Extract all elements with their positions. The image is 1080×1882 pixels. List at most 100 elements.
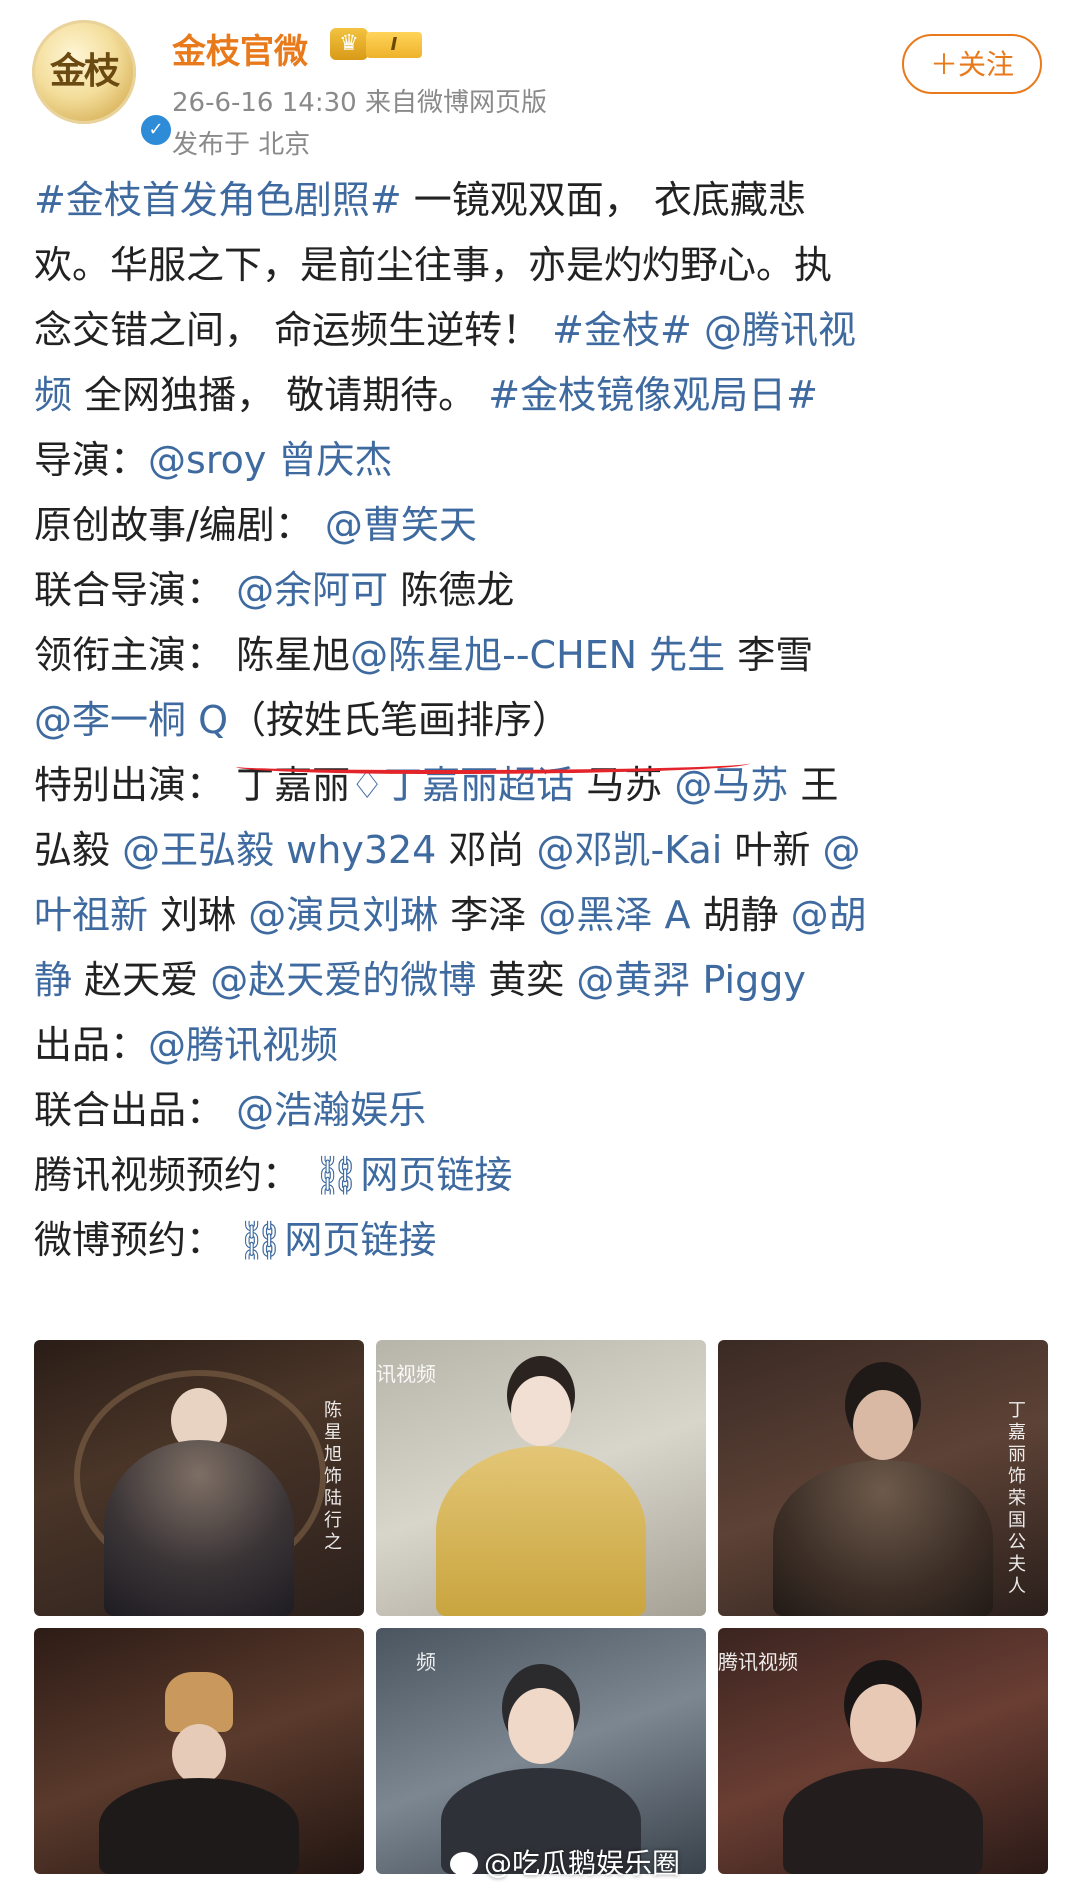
credit-label: 联合导演： [34, 568, 225, 612]
mention-link[interactable]: @赵天爱的微博 [210, 958, 476, 1002]
mention-link[interactable]: @演员刘琳 [248, 893, 438, 937]
credit-note: （按姓氏笔画排序） [228, 698, 571, 742]
tencent-reserve: 腾讯视频预约： ⛓网页链接 [34, 1143, 1044, 1208]
post-time: 26-6-16 14:30 [172, 88, 357, 118]
mention-link[interactable]: 静 [34, 958, 72, 1002]
post-line: 念交错之间， 命运频生逆转！ #金枝# @腾讯视 [34, 298, 1044, 363]
mention-link[interactable]: @黄羿 Piggy [576, 958, 805, 1002]
mention-link[interactable]: @马苏 [674, 763, 788, 807]
mention-link[interactable]: @余阿可 [236, 568, 388, 612]
web-link[interactable]: ⛓网页链接 [236, 1218, 436, 1262]
post-text: 刘琳 [148, 893, 249, 937]
credit-label: 出品： [34, 1023, 149, 1067]
mention-link[interactable]: @黑泽 A [538, 893, 690, 937]
post-line: 欢。华服之下，是前尘往事，亦是灼灼野心。执 [34, 243, 833, 287]
figure-head [853, 1390, 913, 1460]
username[interactable]: 金枝官微 [172, 24, 308, 73]
post-body: #金枝首发角色剧照# 一镜观双面， 衣底藏悲 欢。华服之下，是前尘往事，亦是灼灼… [34, 168, 1044, 1273]
watermark: 频 [416, 1650, 436, 1674]
mention-link[interactable]: @陈星旭--CHEN 先生 [350, 633, 725, 677]
figure-head [172, 1724, 226, 1784]
post-text: 李泽 [438, 893, 539, 937]
hashtag-link[interactable]: #金枝# [552, 308, 692, 352]
credit-name: 李雪 [737, 633, 814, 677]
post-location: 发布于 北京 [172, 130, 311, 160]
credit-writer: 原创故事/编剧： @曹笑天 [34, 493, 1044, 558]
mention-link[interactable]: @腾讯视频 [148, 1023, 338, 1067]
post-text: 全网独播， 敬请期待。 [72, 373, 489, 417]
post-text: 弘毅 [34, 828, 123, 872]
mention-link[interactable]: @邓凯-Kai [537, 828, 723, 872]
mention-link[interactable]: @王弘毅 why324 [122, 828, 436, 872]
hashtag-link[interactable]: #金枝首发角色剧照# [34, 178, 402, 222]
post-text: 念交错之间， 命运频生逆转！ [34, 308, 553, 352]
credit-name: 陈德龙 [400, 568, 515, 612]
post-header: 金枝 ✓ 金枝官微 ♛ I 26-6-16 14:30 来自微博网页版 发布于 … [0, 0, 1080, 170]
credit-label: 原创故事/编剧： [34, 503, 313, 547]
avatar-logo-text: 金枝 [49, 50, 120, 92]
photo-thumbnail-1[interactable]: 陈星旭 饰 陆行之 [34, 1340, 364, 1616]
photo-thumbnail-6[interactable]: 腾讯视频 [718, 1628, 1048, 1874]
mention-link[interactable]: @腾讯视 [704, 308, 856, 352]
credit-director: 导演：@sroy 曾庆杰 [34, 428, 1044, 493]
credit-special-cont: 叶祖新 刘琳 @演员刘琳 李泽 @黑泽 A 胡静 @胡 [34, 883, 1044, 948]
watermark: 讯视频 [376, 1362, 436, 1386]
post-text: 王 [788, 763, 839, 807]
hashtag-link[interactable]: #金枝镜像观局日# [488, 373, 818, 417]
post-source: 来自微博网页版 [364, 88, 547, 118]
credit-co-director: 联合导演： @余阿可 陈德龙 [34, 558, 1044, 623]
photo-caption: 陈星旭 饰 陆行之 [324, 1400, 342, 1553]
avatar[interactable]: 金枝 ✓ [32, 20, 174, 148]
credit-label: 领衔主演： [34, 633, 225, 677]
figure-body [436, 1446, 646, 1616]
post-line: #金枝首发角色剧照# 一镜观双面， 衣底藏悲 [34, 168, 1044, 233]
mention-link[interactable]: @ [823, 828, 861, 872]
credit-co-producer: 联合出品： @浩瀚娱乐 [34, 1078, 1044, 1143]
mention-link[interactable]: @浩瀚娱乐 [236, 1088, 426, 1132]
credit-producer: 出品：@腾讯视频 [34, 1013, 1044, 1078]
post-text: 邓尚 [436, 828, 537, 872]
watermark: 腾讯视频 [718, 1650, 798, 1674]
follow-button[interactable]: ＋关注 [902, 34, 1042, 94]
mention-link[interactable]: @曹笑天 [325, 503, 477, 547]
weibo-icon [450, 1852, 478, 1876]
web-link[interactable]: ⛓网页链接 [312, 1153, 512, 1197]
post-line: 频 全网独播， 敬请期待。 #金枝镜像观局日# [34, 363, 1044, 428]
photo-caption: 丁嘉丽 饰 荣国公夫人 [1008, 1400, 1026, 1597]
photo-thumbnail-4[interactable] [34, 1628, 364, 1874]
post-text: 叶新 [722, 828, 823, 872]
figure-body [783, 1768, 983, 1874]
source-watermark: @吃瓜鹅娱乐圈 [450, 1842, 680, 1882]
headdress [165, 1672, 233, 1732]
figure-head [511, 1376, 571, 1446]
mention-link[interactable]: 叶祖新 [34, 893, 148, 937]
post-text: 一镜观双面， 衣底藏悲 [401, 178, 806, 222]
member-level-badge: I [366, 32, 422, 58]
mention-link[interactable]: @sroy 曾庆杰 [148, 438, 392, 482]
credit-label: 腾讯视频预约： [34, 1153, 301, 1197]
photo-thumbnail-2[interactable]: 讯视频 [376, 1340, 706, 1616]
figure-body [773, 1460, 993, 1616]
photo-thumbnail-5[interactable]: 频 [376, 1628, 706, 1874]
mention-link[interactable]: @李一桐 Q [34, 698, 228, 742]
mention-link[interactable]: 频 [34, 373, 72, 417]
figure-head [508, 1688, 574, 1764]
post-text: 赵天爱 [72, 958, 211, 1002]
post-meta: 26-6-16 14:30 来自微博网页版 [172, 82, 547, 119]
credit-label: 微博预约： [34, 1218, 225, 1262]
figure-body [99, 1778, 299, 1874]
mention-link[interactable]: @胡 [791, 893, 867, 937]
figure-body [104, 1440, 294, 1616]
credit-label: 导演： [34, 438, 149, 482]
post-text: 黄奕 [476, 958, 577, 1002]
credit-label: 特别出演： [34, 763, 237, 807]
credit-label: 联合出品： [34, 1088, 225, 1132]
credit-special-cont: 静 赵天爱 @赵天爱的微博 黄奕 @黄羿 Piggy [34, 948, 1044, 1013]
photo-thumbnail-3[interactable]: 丁嘉丽 饰 荣国公夫人 [718, 1340, 1048, 1616]
credit-lead-cont: @李一桐 Q（按姓氏笔画排序） [34, 688, 1044, 753]
post-text: 胡静 [690, 893, 791, 937]
credit-name: 陈星旭 [236, 633, 351, 677]
weibo-reserve: 微博预约： ⛓网页链接 [34, 1208, 1044, 1273]
watermark-text: @吃瓜鹅娱乐圈 [484, 1847, 681, 1880]
figure-head [850, 1684, 916, 1762]
